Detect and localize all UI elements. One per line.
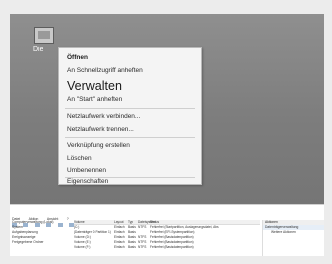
menu-item-properties[interactable]: Eigenschaften [67, 178, 108, 186]
col-type[interactable]: Typ [128, 220, 138, 224]
menu-item-create-shortcut[interactable]: Verknüpfung erstellen [67, 142, 130, 150]
cell-status: Fehlerfrei (Basisdatenpartition) [150, 245, 194, 249]
toolbar [12, 214, 82, 227]
cell-layout: Einfach [114, 245, 125, 249]
this-pc-label: Dieser PC [33, 46, 43, 53]
menu-item-pin-start[interactable]: An "Start" anheften [67, 96, 122, 104]
menu-item-rename[interactable]: Umbenennen [67, 167, 106, 175]
menu-separator [65, 137, 195, 138]
computer-management-window: Datei Aktion Ansicht ? Computerverwaltun… [10, 204, 324, 256]
context-menu: Öffnen An Schnellzugriff anheften Verwal… [58, 47, 202, 185]
col-volume[interactable]: Volume [74, 220, 114, 224]
cell-volume: Volume (F:) [74, 245, 91, 249]
menu-item-map-network-drive[interactable]: Netzlaufwerk verbinden... [67, 113, 140, 121]
menu-item-open[interactable]: Öffnen [67, 54, 88, 62]
tree-item[interactable]: Freigegebene Ordner [12, 240, 72, 245]
menu-bar: Datei Aktion Ansicht ? [12, 207, 73, 221]
cell-filesystem: NTFS [138, 245, 147, 249]
menu-item-disconnect-network-drive[interactable]: Netzlaufwerk trennen... [67, 126, 134, 134]
more-actions-link[interactable]: Weitere Aktionen [263, 230, 324, 235]
menu-item-delete[interactable]: Löschen [67, 155, 92, 163]
menu-separator [65, 108, 195, 109]
menu-item-pin-quick-access[interactable]: An Schnellzugriff anheften [67, 67, 143, 75]
volume-table: Volume Layout Typ Dateisystem Status (C:… [74, 220, 260, 256]
col-filesystem[interactable]: Dateisystem [138, 220, 156, 224]
table-row[interactable]: Volume (F:) Einfach Basis NTFS Fehlerfre… [74, 245, 260, 250]
this-pc-icon[interactable] [34, 27, 54, 44]
navigation-tree: Computerverwaltung (Lokal) System Aufgab… [12, 220, 72, 256]
col-layout[interactable]: Layout [114, 220, 128, 224]
cell-type: Basis [128, 245, 136, 249]
actions-pane: Aktionen Datenträgerverwaltung Weitere A… [262, 220, 324, 256]
col-status[interactable]: Status [150, 220, 240, 224]
menu-item-manage[interactable]: Verwalten [67, 79, 122, 93]
